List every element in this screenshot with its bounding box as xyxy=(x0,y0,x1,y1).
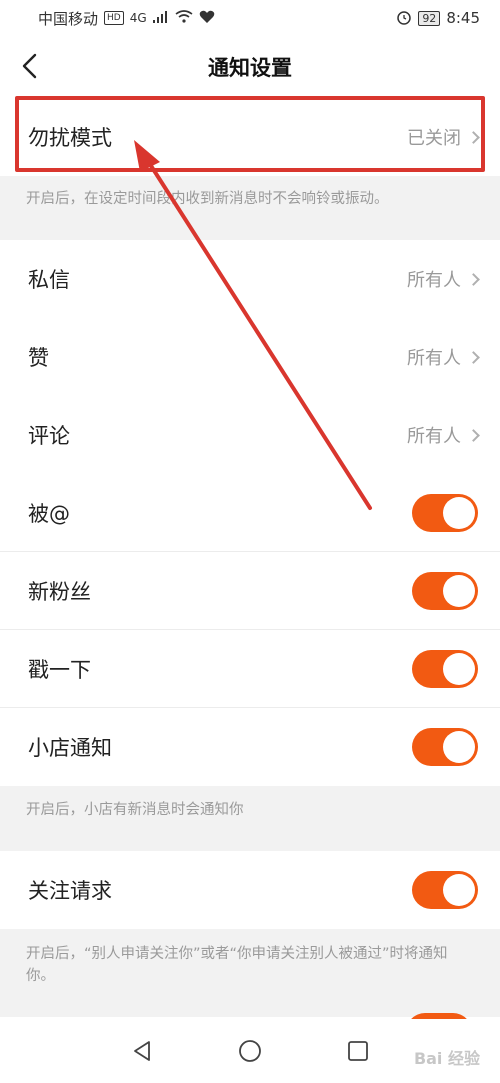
status-bar: 中国移动 HD 4G 92 8:45 xyxy=(0,0,500,36)
network-label: 4G xyxy=(129,11,147,25)
follow-request-toggle[interactable] xyxy=(412,871,478,909)
shop-toggle[interactable] xyxy=(412,728,478,766)
square-recents-icon xyxy=(348,1041,368,1061)
toggle-row-label: 关注请求 xyxy=(28,879,112,903)
list-row-label: 赞 xyxy=(28,346,49,370)
clock-label: 8:45 xyxy=(446,9,480,27)
triangle-back-icon xyxy=(134,1041,150,1061)
watermark: Bai 经验 xyxy=(413,1049,480,1068)
nav-recents-button[interactable] xyxy=(343,1036,373,1066)
dnd-description: 开启后，在设定时间段内收到新消息时不会响铃或振动。 xyxy=(0,176,500,240)
toggle-row-label: 小店通知 xyxy=(28,736,112,760)
list-row-messages[interactable]: 私信 所有人 xyxy=(0,240,500,318)
toggle-row-poke: 戳一下 xyxy=(0,630,500,708)
list-row-value: 所有人 xyxy=(407,344,480,370)
toggle-row-mention: 被@ xyxy=(0,474,500,552)
alarm-icon xyxy=(396,9,412,28)
toggle-knob xyxy=(443,731,475,763)
back-arrow-icon xyxy=(22,53,37,79)
dnd-value: 已关闭 xyxy=(407,124,480,150)
toggle-row-new-fans: 新粉丝 xyxy=(0,552,500,630)
shop-description: 开启后，小店有新消息时会通知你 xyxy=(0,786,500,851)
list-row-likes[interactable]: 赞 所有人 xyxy=(0,318,500,396)
toggle-row-label: 新粉丝 xyxy=(28,580,91,604)
list-row-value-text: 所有人 xyxy=(407,348,461,369)
signal-icon xyxy=(152,10,169,26)
carrier-label: 中国移动 xyxy=(38,9,99,28)
nav-back-button[interactable] xyxy=(127,1036,157,1066)
page-title: 通知设置 xyxy=(208,56,292,80)
mention-toggle[interactable] xyxy=(412,494,478,532)
nav-home-button[interactable] xyxy=(235,1036,265,1066)
wifi-icon xyxy=(175,10,193,26)
toggle-row-follow-request: 关注请求 xyxy=(0,851,500,929)
toggle-knob xyxy=(443,653,475,685)
list-row-comments[interactable]: 评论 所有人 xyxy=(0,396,500,474)
list-row-label: 评论 xyxy=(28,424,70,448)
new-fans-toggle[interactable] xyxy=(412,572,478,610)
status-right: 92 8:45 xyxy=(396,9,480,28)
list-row-value: 所有人 xyxy=(407,266,480,292)
dnd-status: 已关闭 xyxy=(407,128,461,149)
circle-home-icon xyxy=(239,1040,261,1062)
heart-icon xyxy=(199,10,215,27)
back-button[interactable] xyxy=(12,48,48,84)
toggle-row-shop: 小店通知 xyxy=(0,708,500,786)
poke-toggle[interactable] xyxy=(412,650,478,688)
list-row-value: 所有人 xyxy=(407,422,480,448)
battery-icon: 92 xyxy=(418,10,441,26)
dnd-row[interactable]: 勿扰模式 已关闭 xyxy=(0,98,500,176)
chevron-right-icon xyxy=(467,130,480,144)
toggle-row-label: 被@ xyxy=(28,502,70,526)
toggle-knob xyxy=(443,497,475,529)
list-row-value-text: 所有人 xyxy=(407,426,461,447)
nav-bar: 通知设置 xyxy=(0,36,500,98)
dnd-label: 勿扰模式 xyxy=(28,126,112,150)
status-left: 中国移动 HD 4G xyxy=(38,8,215,29)
list-row-value-text: 所有人 xyxy=(407,270,461,291)
follow-request-description: 开启后，“别人申请关注你”或者“你申请关注别人被通过”时将通知你。 xyxy=(0,929,500,1017)
toggle-row-label: 戳一下 xyxy=(28,658,91,682)
chevron-right-icon xyxy=(467,428,480,442)
chevron-right-icon xyxy=(467,350,480,364)
hd-icon: HD xyxy=(104,11,124,25)
toggle-knob xyxy=(443,874,475,906)
chevron-right-icon xyxy=(467,272,480,286)
list-row-label: 私信 xyxy=(28,268,70,292)
toggle-knob xyxy=(443,575,475,607)
